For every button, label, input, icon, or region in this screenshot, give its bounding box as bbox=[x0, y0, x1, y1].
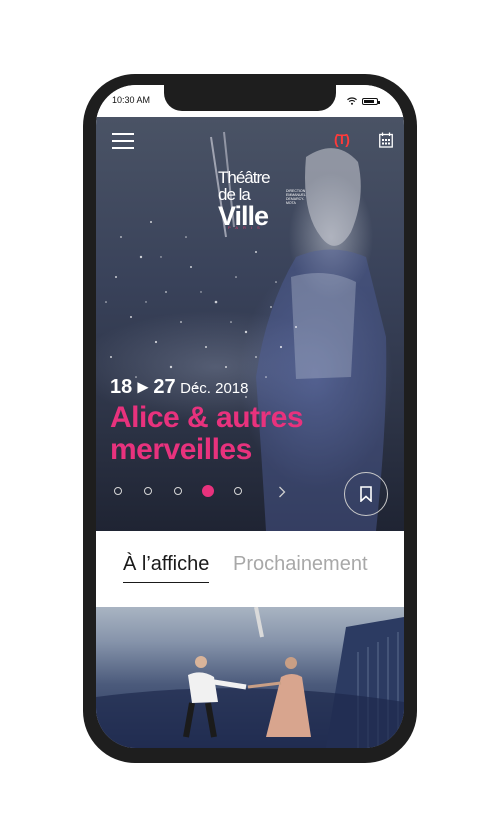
carousel-dot[interactable] bbox=[234, 487, 242, 495]
bookmark-icon bbox=[360, 486, 372, 502]
theatre-de-la-ville-logo: Théâtre de la Ville DIRECTION EMMANUEL D… bbox=[218, 168, 306, 230]
event-title[interactable]: Alice & autres merveilles bbox=[110, 402, 370, 466]
bookmark-button[interactable] bbox=[344, 472, 388, 516]
carousel-dot-active[interactable] bbox=[202, 485, 214, 497]
event-date-month: Déc. 2018 bbox=[180, 380, 249, 397]
tab-bar: À l’affiche Prochainement bbox=[96, 531, 404, 611]
logo-subtitle: DIRECTION EMMANUEL DEMARCY-MOTA bbox=[286, 189, 306, 205]
wifi-icon bbox=[347, 97, 357, 105]
menu-icon[interactable] bbox=[112, 133, 134, 149]
tab-a-l-affiche[interactable]: À l’affiche bbox=[123, 553, 210, 583]
carousel-dot[interactable] bbox=[174, 487, 182, 495]
battery-icon bbox=[362, 98, 380, 105]
hero-banner[interactable]: (T) Théâtre de la Ville DIRECTION EMMANU… bbox=[96, 117, 404, 531]
logo-line-1: Théâtre bbox=[218, 168, 271, 187]
status-time: 10:30 AM bbox=[112, 95, 151, 105]
event-date: 18 ▸ 27 Déc. 2018 bbox=[110, 374, 249, 399]
calendar-icon[interactable] bbox=[379, 132, 393, 148]
theatre-t-logo-icon[interactable]: (T) bbox=[334, 131, 350, 147]
carousel-dot[interactable] bbox=[114, 487, 122, 495]
status-bar: 10:30 AM bbox=[96, 85, 404, 117]
event-date-days: 18 ▸ 27 bbox=[110, 376, 176, 398]
tab-prochainement[interactable]: Prochainement bbox=[233, 553, 368, 576]
app-screen: 10:30 AM (T) Théâtre de la Ville DIRECTI… bbox=[96, 85, 404, 748]
show-thumbnail[interactable] bbox=[96, 607, 404, 748]
logo-city: PARIS bbox=[228, 225, 265, 230]
carousel-dot[interactable] bbox=[144, 487, 152, 495]
chevron-right-icon[interactable] bbox=[278, 486, 286, 498]
notch bbox=[164, 85, 336, 111]
show-photo bbox=[96, 607, 404, 748]
